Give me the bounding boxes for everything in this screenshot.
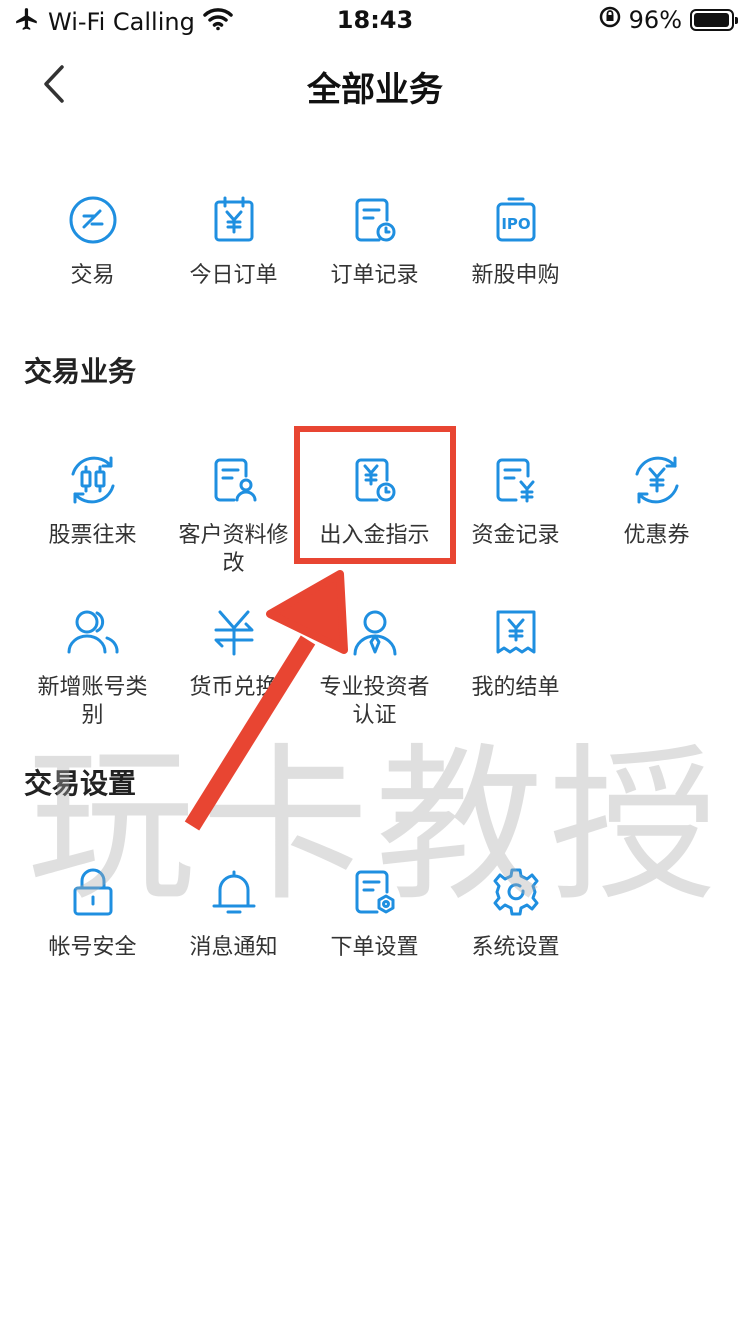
tile-label: 出入金指示	[319, 523, 430, 548]
currency-exchange-icon	[204, 602, 264, 662]
tile-profile-edit[interactable]: 客户资料修改	[163, 446, 304, 598]
rotation-lock-icon	[599, 6, 621, 34]
tile-label: 资金记录	[471, 523, 560, 548]
tile-label: 我的结单	[471, 675, 560, 700]
section-title-trading: 交易业务	[24, 355, 137, 388]
coupon-icon	[627, 450, 687, 510]
tile-notifications[interactable]: 消息通知	[163, 858, 304, 988]
tile-label: 下单设置	[330, 935, 419, 960]
ipo-icon: IPO	[486, 190, 546, 250]
tile-stock-transfer[interactable]: 股票往来	[22, 446, 163, 598]
gear-icon	[486, 862, 546, 922]
section-title-settings: 交易设置	[24, 767, 137, 800]
battery-icon	[690, 9, 738, 31]
tile-today-orders[interactable]: 今日订单	[163, 186, 304, 316]
tile-label: 专业投资者认证	[319, 675, 430, 728]
nav-bar: 全部业务	[0, 44, 750, 124]
svg-text:IPO: IPO	[501, 215, 530, 233]
top-items-grid: 交易 今日订单 订单记录 IPO 新股申购	[22, 186, 728, 316]
add-account-icon	[63, 602, 123, 662]
tile-currency-exchange[interactable]: 货币兑换	[163, 598, 304, 750]
tile-ipo[interactable]: IPO 新股申购	[445, 186, 586, 316]
page-title: 全部业务	[307, 70, 443, 110]
fund-record-icon	[486, 450, 546, 510]
document-clock-icon	[345, 190, 405, 250]
order-settings-icon	[345, 862, 405, 922]
deposit-withdraw-icon	[345, 450, 405, 510]
profile-edit-icon	[204, 450, 264, 510]
tile-order-settings[interactable]: 下单设置	[304, 858, 445, 988]
tile-account-security[interactable]: 帐号安全	[22, 858, 163, 988]
bell-icon	[204, 862, 264, 922]
tile-label: 今日订单	[189, 263, 278, 288]
tile-label: 系统设置	[471, 935, 560, 960]
tile-label: 客户资料修改	[178, 523, 289, 576]
status-right: 96%	[599, 6, 738, 34]
settings-grid: 帐号安全 消息通知 下单设置 系统设置	[22, 858, 728, 988]
battery-percent: 96%	[628, 6, 682, 34]
tile-deposit-withdraw[interactable]: 出入金指示	[304, 446, 445, 598]
tile-label: 股票往来	[48, 523, 137, 548]
statement-icon	[486, 602, 546, 662]
tile-coupon[interactable]: 优惠券	[586, 446, 727, 598]
tile-label: 货币兑换	[189, 675, 278, 700]
tile-label: 新增账号类别	[37, 675, 148, 728]
investor-certify-icon	[345, 602, 405, 662]
tile-label: 优惠券	[623, 523, 690, 548]
stock-transfer-icon	[63, 450, 123, 510]
trading-grid: 股票往来 客户资料修改 出入金指示 资金记录 优惠券 新增账号类别 货币兑换 专…	[22, 446, 728, 750]
tile-investor-certification[interactable]: 专业投资者认证	[304, 598, 445, 750]
tile-trade[interactable]: 交易	[22, 186, 163, 316]
tile-label: 新股申购	[471, 263, 560, 288]
tile-add-account[interactable]: 新增账号类别	[22, 598, 163, 750]
exchange-icon	[63, 190, 123, 250]
tile-order-records[interactable]: 订单记录	[304, 186, 445, 316]
tile-label: 消息通知	[189, 935, 278, 960]
tile-fund-records[interactable]: 资金记录	[445, 446, 586, 598]
tile-label: 帐号安全	[48, 935, 137, 960]
tile-statement[interactable]: 我的结单	[445, 598, 586, 750]
tile-label: 交易	[70, 263, 115, 288]
battery-fill	[694, 13, 729, 27]
tile-system-settings[interactable]: 系统设置	[445, 858, 586, 988]
lock-icon	[63, 862, 123, 922]
tile-label: 订单记录	[330, 263, 419, 288]
status-bar: Wi-Fi Calling 18:43 96%	[0, 0, 750, 42]
calendar-yen-icon	[204, 190, 264, 250]
